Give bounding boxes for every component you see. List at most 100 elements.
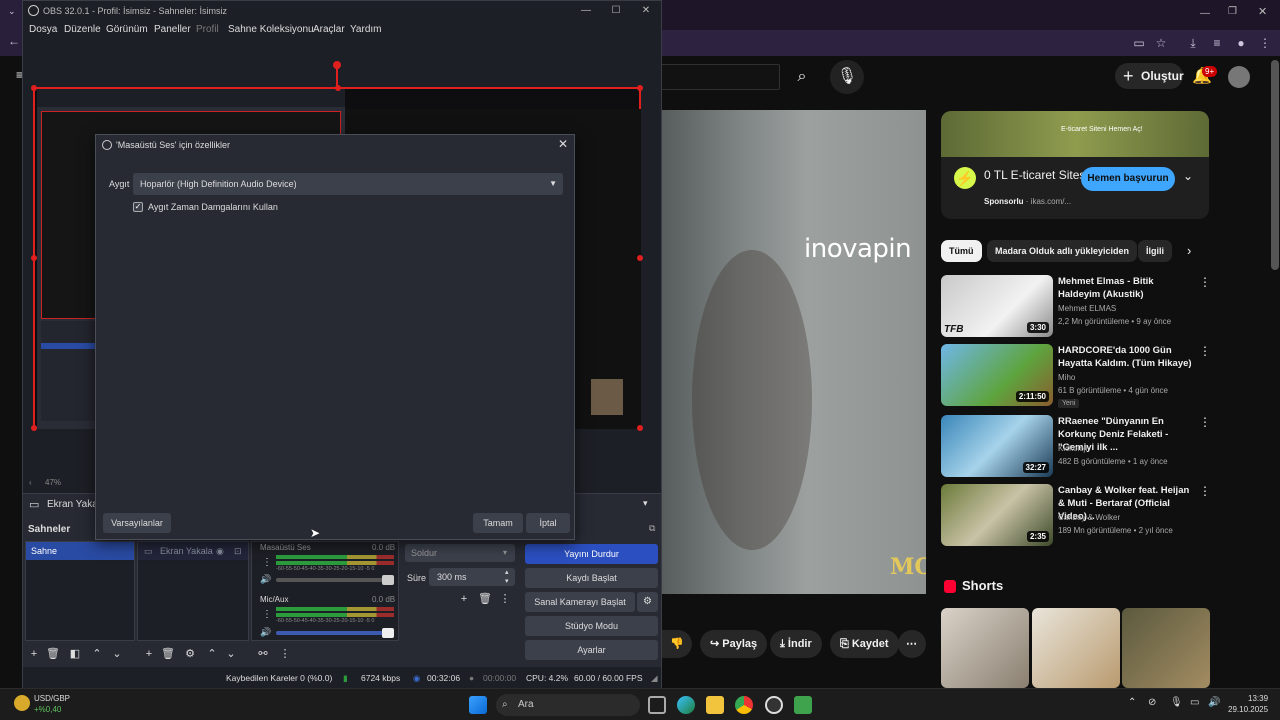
- studio-mode-button[interactable]: Stüdyo Modu: [525, 616, 658, 636]
- resize-handle[interactable]: [637, 255, 643, 261]
- list-item[interactable]: 32:27 RRaenee "Dünyanın En Korkunç Deniz…: [941, 415, 1211, 479]
- eye-icon[interactable]: ◉: [216, 542, 224, 560]
- resize-handle[interactable]: [637, 425, 643, 431]
- share-button[interactable]: ↪ Paylaş: [700, 630, 768, 658]
- create-button[interactable]: + Oluştur: [1115, 63, 1184, 89]
- volume-slider-handle[interactable]: [382, 575, 394, 585]
- back-icon[interactable]: ←: [8, 34, 20, 48]
- more-vert-icon[interactable]: ⋮: [1199, 415, 1211, 429]
- menu-edit[interactable]: Düzenle: [64, 21, 101, 39]
- start-virtual-camera-button[interactable]: Sanal Kamerayı Başlat: [525, 592, 635, 612]
- volume-slider[interactable]: [276, 578, 394, 582]
- chip-uploader[interactable]: Madara Olduk adlı yükleyiciden: [987, 240, 1138, 262]
- video-channel[interactable]: Mehmet ELMAS: [1058, 304, 1116, 313]
- virtual-camera-settings-button[interactable]: ⚙: [637, 592, 658, 612]
- dislike-button[interactable]: 👎: [662, 630, 692, 658]
- video-player[interactable]: inovapin MO: [662, 110, 926, 594]
- ad-title[interactable]: 0 TL E-ticaret Sitesi: [984, 168, 1094, 182]
- clock[interactable]: 13:39 29.10.2025: [1228, 693, 1268, 715]
- add-transition-icon[interactable]: +: [457, 592, 471, 606]
- transition-select[interactable]: Soldur ▾: [405, 544, 515, 562]
- stop-streaming-button[interactable]: Yayını Durdur: [525, 544, 658, 564]
- volume-icon[interactable]: 🔊: [1208, 697, 1220, 708]
- resize-handle[interactable]: [637, 85, 643, 91]
- ad-cta-button[interactable]: Hemen başvurun: [1081, 167, 1175, 191]
- menu-scene-collection[interactable]: Sahne Koleksiyonu: [228, 21, 314, 39]
- move-down-icon[interactable]: ⌄: [224, 647, 238, 661]
- more-actions-button[interactable]: ⋯: [898, 630, 926, 658]
- file-explorer-icon[interactable]: [706, 696, 724, 714]
- volume-slider[interactable]: [276, 631, 394, 635]
- app-icon[interactable]: [794, 696, 812, 714]
- volume-icon[interactable]: 🔊: [260, 574, 271, 585]
- more-vert-icon[interactable]: ⋮: [498, 592, 512, 606]
- trash-icon[interactable]: 🗑: [161, 647, 175, 661]
- menu-docks[interactable]: Paneller: [154, 21, 191, 39]
- profile-icon[interactable]: ●: [1234, 36, 1248, 50]
- save-button[interactable]: ⎘ Kaydet: [830, 630, 899, 658]
- voice-search-button[interactable]: 🎙: [830, 60, 864, 94]
- trash-icon[interactable]: 🗑: [478, 592, 492, 606]
- lock-icon[interactable]: ⊡: [234, 542, 242, 560]
- microphone-icon[interactable]: 🎙: [1170, 697, 1183, 708]
- resize-grip-icon[interactable]: ◢: [651, 667, 658, 689]
- scroll-left-icon[interactable]: ‹: [29, 473, 32, 493]
- minimize-icon[interactable]: —: [571, 1, 601, 21]
- video-thumbnail[interactable]: TFB 3:30: [941, 275, 1053, 337]
- sources-list[interactable]: ▭ Ekran Yakala ◉ ⊡: [137, 541, 249, 641]
- source-toolbar-dropdown-icon[interactable]: ▾: [643, 498, 648, 509]
- tab-list-icon[interactable]: ⌄: [8, 6, 16, 17]
- star-icon[interactable]: ☆: [1154, 36, 1168, 50]
- ok-button[interactable]: Tamam: [473, 513, 523, 533]
- scenes-list[interactable]: Sahne: [25, 541, 135, 641]
- edge-icon[interactable]: [677, 696, 695, 714]
- menu-icon[interactable]: ⋮: [1258, 36, 1272, 50]
- volume-slider-handle[interactable]: [382, 628, 394, 638]
- video-channel[interactable]: Miho: [1058, 373, 1075, 382]
- tray-chevron-icon[interactable]: ⌃: [1128, 697, 1136, 708]
- add-scene-icon[interactable]: +: [27, 647, 41, 661]
- chevron-down-icon[interactable]: ⌄: [1183, 169, 1193, 183]
- move-down-icon[interactable]: ⌄: [110, 647, 124, 661]
- ticker-name[interactable]: USD/GBP: [34, 694, 70, 703]
- taskbar-search-input[interactable]: ⌕ Ara: [496, 694, 640, 716]
- short-thumbnail[interactable]: [1032, 608, 1120, 688]
- list-item[interactable]: 2:11:50 HARDCORE'da 1000 Gün Hayatta Kal…: [941, 344, 1211, 408]
- video-channel[interactable]: Kickoloji: [1058, 444, 1087, 453]
- resize-handle[interactable]: [31, 255, 37, 261]
- list-item[interactable]: Sahne: [26, 542, 134, 560]
- more-vert-icon[interactable]: ⋮: [1199, 344, 1211, 358]
- menu-profile[interactable]: Profil: [196, 21, 219, 39]
- list-item[interactable]: TFB 3:30 Mehmet Elmas - Bitik Haldeyim (…: [941, 275, 1211, 339]
- maximize-icon[interactable]: ☐: [601, 1, 631, 21]
- chip-related[interactable]: İlgili: [1138, 240, 1172, 262]
- dock-float-icon[interactable]: ⧉: [649, 523, 655, 534]
- menu-help[interactable]: Yardım: [350, 21, 382, 39]
- stepper-down-icon[interactable]: ▾: [505, 573, 509, 591]
- start-recording-button[interactable]: Kaydı Başlat: [525, 568, 658, 588]
- maximize-icon[interactable]: ❐: [1228, 6, 1237, 17]
- video-thumbnail[interactable]: 2:35: [941, 484, 1053, 546]
- more-vert-icon[interactable]: ⋮: [1199, 275, 1211, 289]
- resize-handle[interactable]: [31, 85, 37, 91]
- close-icon[interactable]: ✕: [631, 1, 661, 21]
- menu-tools[interactable]: Araçlar: [313, 21, 345, 39]
- list-item[interactable]: ▭ Ekran Yakala ◉ ⊡: [138, 542, 248, 560]
- chevron-right-icon[interactable]: ›: [1187, 243, 1191, 258]
- network-icon[interactable]: ⊘: [1148, 697, 1156, 708]
- menu-file[interactable]: Dosya: [29, 21, 57, 39]
- playlist-icon[interactable]: ≡: [1210, 36, 1224, 50]
- trash-icon[interactable]: 🗑: [46, 647, 60, 661]
- link-icon[interactable]: ⚯: [256, 647, 270, 661]
- download-button[interactable]: ⤓ İndir: [770, 630, 822, 658]
- gear-icon[interactable]: ⚙: [183, 647, 197, 661]
- video-thumbnail[interactable]: 2:11:50: [941, 344, 1053, 406]
- settings-button[interactable]: Ayarlar: [525, 640, 658, 660]
- video-title[interactable]: Mehmet Elmas - Bitik Haldeyim (Akustik): [1058, 275, 1194, 301]
- cancel-button[interactable]: İptal: [526, 513, 570, 533]
- use-timestamps-label[interactable]: Aygıt Zaman Damgalarını Kullan: [148, 202, 278, 212]
- chip-all[interactable]: Tümü: [941, 240, 982, 262]
- display-icon[interactable]: ▭: [1190, 697, 1199, 708]
- search-input[interactable]: [662, 64, 780, 90]
- scrollbar[interactable]: [1271, 60, 1279, 270]
